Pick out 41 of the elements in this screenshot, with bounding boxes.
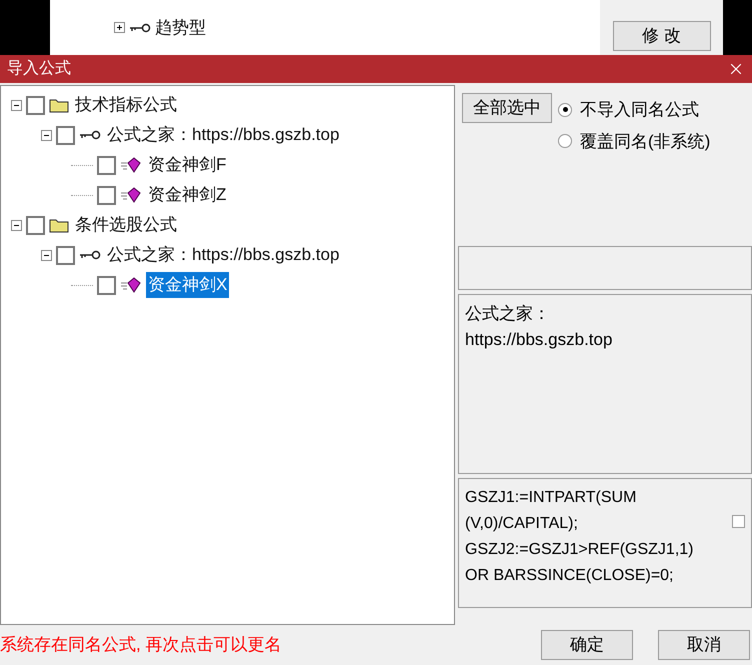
checkbox[interactable] xyxy=(56,246,75,264)
edit-button[interactable]: 修 改 xyxy=(612,21,710,51)
tree-item[interactable]: 公式之家：https://bbs.gszb.top xyxy=(105,242,342,268)
checkbox[interactable] xyxy=(97,276,116,294)
key-icon xyxy=(79,130,101,140)
tree-item[interactable]: 资金神剑F xyxy=(146,152,228,178)
key-icon xyxy=(79,250,101,260)
checkbox[interactable] xyxy=(97,156,116,174)
gem-icon xyxy=(120,187,142,203)
tree-item[interactable]: 技术指标公式 xyxy=(73,92,179,118)
gem-icon xyxy=(120,277,142,293)
checkbox[interactable] xyxy=(732,515,745,528)
checkbox[interactable] xyxy=(56,126,75,144)
tree-item[interactable]: 条件选股公式 xyxy=(73,212,179,238)
expand-icon[interactable] xyxy=(114,22,125,33)
tree-item[interactable]: 资金神剑X xyxy=(146,272,230,298)
folder-icon xyxy=(49,217,69,233)
collapse-icon[interactable] xyxy=(11,100,22,110)
radio-label: 不导入同名公式 xyxy=(580,99,699,121)
tree-item[interactable]: 趋势型 xyxy=(155,14,206,40)
tree-item[interactable]: 公式之家：https://bbs.gszb.top xyxy=(105,122,342,148)
checkbox[interactable] xyxy=(26,216,45,234)
window-title: 导入公式 xyxy=(7,58,71,79)
description-text: 公式之家： https://bbs.gszb.top xyxy=(465,303,614,351)
status-message: 系统存在同名公式, 再次点击可以更名 xyxy=(0,634,282,656)
collapse-icon[interactable] xyxy=(41,130,52,140)
key-icon xyxy=(129,22,151,32)
formula-text: GSZJ1:=INTPART(SUM (V,0)/CAPITAL); GSZJ2:=GSZJ1>REF(GSZJ1,1) OR BARSSINCE(CLOSE)=0; xyxy=(465,488,694,586)
dialog-button[interactable]: 确定 xyxy=(541,630,633,660)
collapse-icon[interactable] xyxy=(41,250,52,260)
radio-button[interactable] xyxy=(558,134,572,148)
tree-item[interactable]: 资金神剑Z xyxy=(146,182,228,208)
checkbox[interactable] xyxy=(26,96,45,114)
dialog-button[interactable]: 取消 xyxy=(658,630,750,660)
gem-icon xyxy=(120,157,142,173)
radio-button[interactable] xyxy=(558,102,572,117)
radio-label: 覆盖同名(非系统) xyxy=(580,130,710,152)
collapse-icon[interactable] xyxy=(11,220,22,230)
checkbox[interactable] xyxy=(97,186,116,204)
select-all-button[interactable]: 全部选中 xyxy=(462,93,552,123)
folder-icon xyxy=(49,97,69,113)
